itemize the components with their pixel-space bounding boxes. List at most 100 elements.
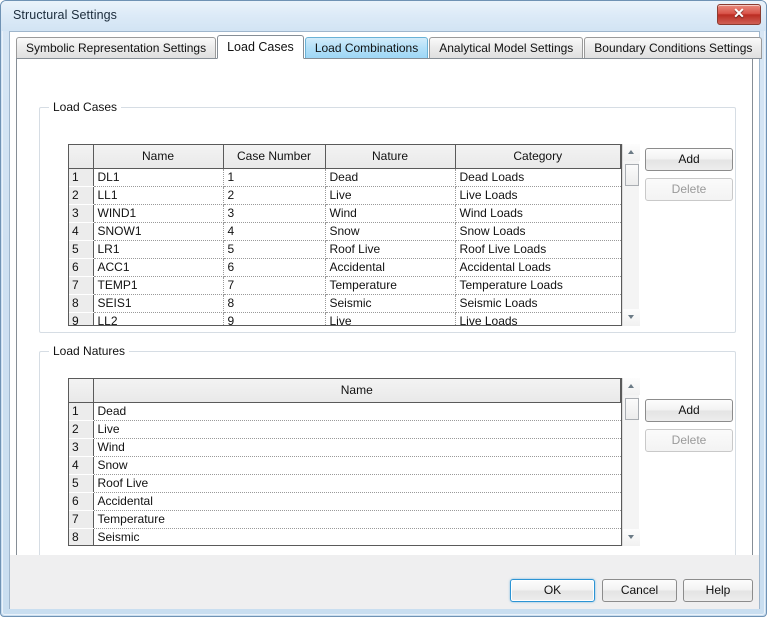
cell-category[interactable]: Live Loads [455, 186, 621, 204]
column-header-rownum[interactable] [69, 379, 93, 402]
row-number-cell: 7 [69, 276, 93, 294]
cell-name[interactable]: LL1 [93, 186, 223, 204]
cell-category[interactable]: Live Loads [455, 312, 621, 326]
cell-category[interactable]: Accidental Loads [455, 258, 621, 276]
tab-page-load-cases: Load Cases Name Case Number Nature [16, 58, 753, 576]
ok-button[interactable]: OK [510, 579, 595, 602]
delete-load-case-button[interactable]: Delete [645, 178, 733, 201]
cell-category[interactable]: Seismic Loads [455, 294, 621, 312]
cell-nature[interactable]: Live [325, 312, 455, 326]
load-natures-scrollbar[interactable] [622, 378, 639, 546]
table-row[interactable]: 1DL11DeadDead Loads [69, 168, 621, 186]
table-row[interactable]: 2Live [69, 420, 621, 438]
cell-name[interactable]: Accidental [93, 492, 621, 510]
cell-category[interactable]: Wind Loads [455, 204, 621, 222]
close-button[interactable]: ✕ [717, 4, 761, 25]
table-row[interactable]: 6ACC16AccidentalAccidental Loads [69, 258, 621, 276]
tab-load-combinations[interactable]: Load Combinations [305, 37, 428, 59]
cell-name[interactable]: DL1 [93, 168, 223, 186]
tab-analytical-model-settings[interactable]: Analytical Model Settings [429, 37, 583, 59]
cell-nature[interactable]: Live [325, 186, 455, 204]
table-row[interactable]: 7TEMP17TemperatureTemperature Loads [69, 276, 621, 294]
column-header-nature[interactable]: Nature [325, 145, 455, 168]
table-header-row: Name Case Number Nature Category [69, 145, 621, 168]
delete-load-nature-button[interactable]: Delete [645, 429, 733, 452]
column-header-name[interactable]: Name [93, 145, 223, 168]
cancel-button[interactable]: Cancel [602, 579, 677, 602]
table-row[interactable]: 3Wind [69, 438, 621, 456]
cell-case_number[interactable]: 5 [223, 240, 325, 258]
tab-symbolic-representation-settings[interactable]: Symbolic Representation Settings [16, 37, 216, 59]
cell-name[interactable]: Dead [93, 402, 621, 420]
cell-name[interactable]: Snow [93, 456, 621, 474]
table-row[interactable]: 4SNOW14SnowSnow Loads [69, 222, 621, 240]
scroll-up-icon[interactable] [623, 378, 640, 395]
cell-name[interactable]: Seismic [93, 528, 621, 546]
cell-case_number[interactable]: 4 [223, 222, 325, 240]
cell-name[interactable]: Temperature [93, 510, 621, 528]
window-title: Structural Settings [13, 8, 117, 22]
table-row[interactable]: 9LL29LiveLive Loads [69, 312, 621, 326]
row-number-cell: 2 [69, 186, 93, 204]
cell-case_number[interactable]: 3 [223, 204, 325, 222]
cell-case_number[interactable]: 1 [223, 168, 325, 186]
cell-category[interactable]: Dead Loads [455, 168, 621, 186]
cell-case_number[interactable]: 9 [223, 312, 325, 326]
scrollbar-thumb[interactable] [625, 164, 639, 186]
load-cases-grid[interactable]: Name Case Number Nature Category 1DL11De… [68, 144, 622, 326]
load-natures-body: 1Dead2Live3Wind4Snow5Roof Live6Accidenta… [69, 402, 621, 546]
load-cases-body: 1DL11DeadDead Loads2LL12LiveLive Loads3W… [69, 168, 621, 326]
scrollbar-thumb[interactable] [625, 398, 639, 420]
row-number-cell: 6 [69, 258, 93, 276]
table-row[interactable]: 6Accidental [69, 492, 621, 510]
table-row[interactable]: 5Roof Live [69, 474, 621, 492]
scroll-up-icon[interactable] [623, 144, 640, 161]
column-header-rownum[interactable] [69, 145, 93, 168]
scroll-down-icon[interactable] [623, 309, 640, 326]
tab-boundary-conditions-settings[interactable]: Boundary Conditions Settings [584, 37, 762, 59]
cell-name[interactable]: SEIS1 [93, 294, 223, 312]
cell-nature[interactable]: Accidental [325, 258, 455, 276]
load-cases-scrollbar[interactable] [622, 144, 639, 326]
cell-category[interactable]: Snow Loads [455, 222, 621, 240]
cell-case_number[interactable]: 6 [223, 258, 325, 276]
cell-category[interactable]: Temperature Loads [455, 276, 621, 294]
cell-name[interactable]: WIND1 [93, 204, 223, 222]
tab-load-cases[interactable]: Load Cases [217, 35, 304, 59]
cell-name[interactable]: SNOW1 [93, 222, 223, 240]
table-row[interactable]: 2LL12LiveLive Loads [69, 186, 621, 204]
cell-category[interactable]: Roof Live Loads [455, 240, 621, 258]
cell-nature[interactable]: Roof Live [325, 240, 455, 258]
cell-case_number[interactable]: 8 [223, 294, 325, 312]
add-load-nature-button[interactable]: Add [645, 399, 733, 422]
table-row[interactable]: 8SEIS18SeismicSeismic Loads [69, 294, 621, 312]
cell-name[interactable]: ACC1 [93, 258, 223, 276]
cell-name[interactable]: LR1 [93, 240, 223, 258]
row-number-cell: 3 [69, 204, 93, 222]
cell-case_number[interactable]: 7 [223, 276, 325, 294]
table-row[interactable]: 3WIND13WindWind Loads [69, 204, 621, 222]
cell-nature[interactable]: Seismic [325, 294, 455, 312]
column-header-category[interactable]: Category [455, 145, 621, 168]
load-natures-grid[interactable]: Name 1Dead2Live3Wind4Snow5Roof Live6Acci… [68, 378, 622, 546]
column-header-case-number[interactable]: Case Number [223, 145, 325, 168]
cell-name[interactable]: LL2 [93, 312, 223, 326]
table-row[interactable]: 4Snow [69, 456, 621, 474]
cell-case_number[interactable]: 2 [223, 186, 325, 204]
cell-name[interactable]: TEMP1 [93, 276, 223, 294]
cell-nature[interactable]: Snow [325, 222, 455, 240]
cell-name[interactable]: Live [93, 420, 621, 438]
cell-name[interactable]: Wind [93, 438, 621, 456]
cell-name[interactable]: Roof Live [93, 474, 621, 492]
column-header-name[interactable]: Name [93, 379, 621, 402]
scroll-down-icon[interactable] [623, 529, 640, 546]
table-row[interactable]: 8Seismic [69, 528, 621, 546]
cell-nature[interactable]: Wind [325, 204, 455, 222]
add-load-case-button[interactable]: Add [645, 148, 733, 171]
help-button[interactable]: Help [683, 579, 753, 602]
table-row[interactable]: 7Temperature [69, 510, 621, 528]
cell-nature[interactable]: Dead [325, 168, 455, 186]
table-row[interactable]: 5LR15Roof LiveRoof Live Loads [69, 240, 621, 258]
table-row[interactable]: 1Dead [69, 402, 621, 420]
cell-nature[interactable]: Temperature [325, 276, 455, 294]
